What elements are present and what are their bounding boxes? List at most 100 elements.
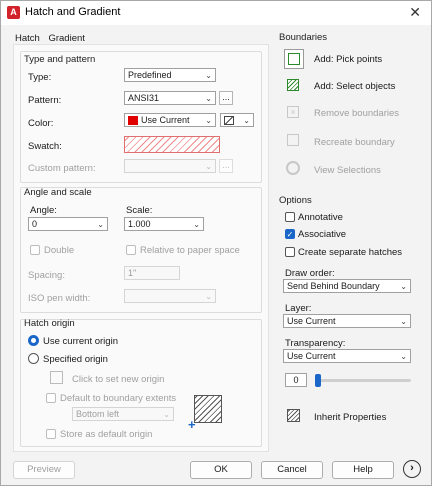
- inherit-properties-icon[interactable]: [284, 406, 304, 426]
- preview-button[interactable]: Preview: [13, 461, 75, 479]
- store-default-origin-label: Store as default origin: [60, 429, 153, 440]
- view-selections-button[interactable]: View Selections: [314, 165, 381, 176]
- draw-order-value: Send Behind Boundary: [287, 281, 380, 291]
- associative-checkbox[interactable]: ✓: [285, 229, 295, 239]
- relative-paper-space-checkbox[interactable]: [126, 245, 136, 255]
- click-set-origin-label: Click to set new origin: [72, 374, 165, 385]
- default-boundary-extents-label: Default to boundary extents: [60, 393, 177, 404]
- transparency-slider-track[interactable]: [315, 379, 411, 382]
- spacing-input[interactable]: 1": [124, 266, 180, 280]
- title-bar: A Hatch and Gradient ✕: [1, 1, 431, 25]
- double-checkbox[interactable]: [30, 245, 40, 255]
- add-pick-points-button[interactable]: Add: Pick points: [314, 54, 382, 65]
- angle-select[interactable]: 0 ⌄: [28, 217, 108, 231]
- pattern-label: Pattern:: [28, 95, 62, 106]
- ok-button[interactable]: OK: [190, 461, 252, 479]
- tab-gradient[interactable]: Gradient: [48, 33, 84, 44]
- recreate-boundary-button[interactable]: Recreate boundary: [314, 137, 395, 148]
- pattern-select[interactable]: ANSI31 ⌄: [124, 91, 216, 105]
- select-objects-icon[interactable]: [284, 76, 304, 96]
- custom-pattern-select[interactable]: ⌄: [124, 159, 216, 173]
- hatch-gradient-dialog: A Hatch and Gradient ✕ Hatch Gradient Ty…: [0, 0, 432, 486]
- hatch-swatch-preview[interactable]: [124, 136, 220, 153]
- annotative-checkbox[interactable]: [285, 212, 295, 222]
- scale-label: Scale:: [126, 205, 153, 216]
- origin-cross-icon: +: [188, 417, 196, 432]
- chevron-down-icon: ⌄: [205, 94, 212, 103]
- type-select[interactable]: Predefined ⌄: [124, 68, 216, 82]
- type-pattern-heading: Type and pattern: [24, 54, 96, 65]
- custom-pattern-browse-button[interactable]: ...: [219, 159, 233, 173]
- annotative-label: Annotative: [298, 212, 343, 223]
- chevron-down-icon: ⌄: [193, 220, 200, 229]
- use-current-origin-label: Use current origin: [43, 336, 118, 347]
- iso-pen-width-select[interactable]: ⌄: [124, 289, 216, 303]
- tab-strip: Hatch Gradient: [15, 33, 91, 44]
- origin-preview-image: [194, 395, 222, 423]
- default-boundary-extents-checkbox[interactable]: [46, 393, 56, 403]
- transparency-value: Use Current: [287, 351, 336, 361]
- color-label: Color:: [28, 118, 54, 129]
- layer-select[interactable]: Use Current ⌄: [283, 314, 411, 328]
- remove-glyph: ×: [287, 106, 299, 118]
- chevron-down-icon: ⌄: [205, 116, 212, 125]
- chevron-down-icon: ⌄: [400, 352, 407, 361]
- specified-origin-radio[interactable]: [28, 353, 39, 364]
- dialog-title: Hatch and Gradient: [25, 6, 121, 18]
- inherit-properties-button[interactable]: Inherit Properties: [314, 412, 386, 423]
- pick-points-glyph: [288, 53, 300, 65]
- chevron-down-icon: ⌄: [205, 71, 212, 80]
- transparency-slider-thumb[interactable]: [315, 374, 321, 387]
- pattern-browse-button[interactable]: ...: [219, 91, 233, 105]
- cancel-button[interactable]: Cancel: [261, 461, 323, 479]
- angle-value: 0: [32, 219, 38, 229]
- autocad-logo-icon: A: [7, 6, 20, 19]
- spacing-label: Spacing:: [28, 270, 65, 281]
- remove-boundaries-button[interactable]: Remove boundaries: [314, 108, 399, 119]
- add-select-objects-button[interactable]: Add: Select objects: [314, 81, 395, 92]
- transparency-number-input[interactable]: 0: [285, 373, 307, 387]
- separate-hatches-checkbox[interactable]: [285, 247, 295, 257]
- angle-scale-heading: Angle and scale: [24, 187, 92, 198]
- custom-pattern-label: Custom pattern:: [28, 163, 96, 174]
- origin-position-select[interactable]: Bottom left ⌄: [72, 407, 174, 421]
- chevron-down-icon: ⌄: [400, 317, 407, 326]
- hatch-panel: Type and pattern Type: Predefined ⌄ Patte…: [13, 44, 269, 452]
- hatch-origin-heading: Hatch origin: [24, 318, 75, 329]
- help-button[interactable]: Help: [332, 461, 394, 479]
- recreate-glyph: [287, 134, 299, 146]
- close-icon[interactable]: ✕: [409, 4, 421, 21]
- chevron-down-icon: ⌄: [243, 116, 250, 125]
- use-current-origin-radio[interactable]: [28, 335, 39, 346]
- draw-order-select[interactable]: Send Behind Boundary ⌄: [283, 279, 411, 293]
- tab-hatch[interactable]: Hatch: [15, 33, 40, 44]
- associative-label: Associative: [298, 229, 347, 240]
- scale-value: 1.000: [128, 219, 151, 229]
- layer-label: Layer:: [285, 303, 312, 314]
- type-label: Type:: [28, 72, 52, 83]
- color-value: Use Current: [141, 115, 190, 125]
- select-objects-glyph: [287, 79, 299, 91]
- recreate-boundary-icon[interactable]: [284, 131, 304, 151]
- relative-paper-space-label: Relative to paper space: [140, 245, 240, 256]
- color-select[interactable]: Use Current ⌄: [124, 113, 216, 127]
- view-selections-icon[interactable]: [286, 161, 300, 175]
- chevron-down-icon: ⌄: [205, 162, 212, 171]
- chevron-down-icon: ⌄: [400, 282, 407, 291]
- store-default-origin-checkbox[interactable]: [46, 429, 56, 439]
- pick-points-icon[interactable]: [284, 49, 304, 69]
- separate-hatches-label: Create separate hatches: [298, 247, 403, 258]
- boundaries-heading: Boundaries: [279, 32, 328, 43]
- background-color-select[interactable]: ⌄: [220, 113, 254, 127]
- more-options-arrow-icon[interactable]: ›: [403, 460, 421, 478]
- chevron-down-icon: ⌄: [205, 292, 212, 301]
- inherit-glyph: [287, 409, 300, 422]
- specified-origin-label: Specified origin: [43, 354, 108, 365]
- swatch-label: Swatch:: [28, 141, 62, 152]
- scale-select[interactable]: 1.000 ⌄: [124, 217, 204, 231]
- remove-boundaries-icon[interactable]: ×: [284, 103, 304, 123]
- options-heading: Options: [279, 195, 312, 206]
- transparency-select[interactable]: Use Current ⌄: [283, 349, 411, 363]
- no-color-icon: [224, 116, 234, 125]
- set-origin-icon[interactable]: [50, 371, 63, 384]
